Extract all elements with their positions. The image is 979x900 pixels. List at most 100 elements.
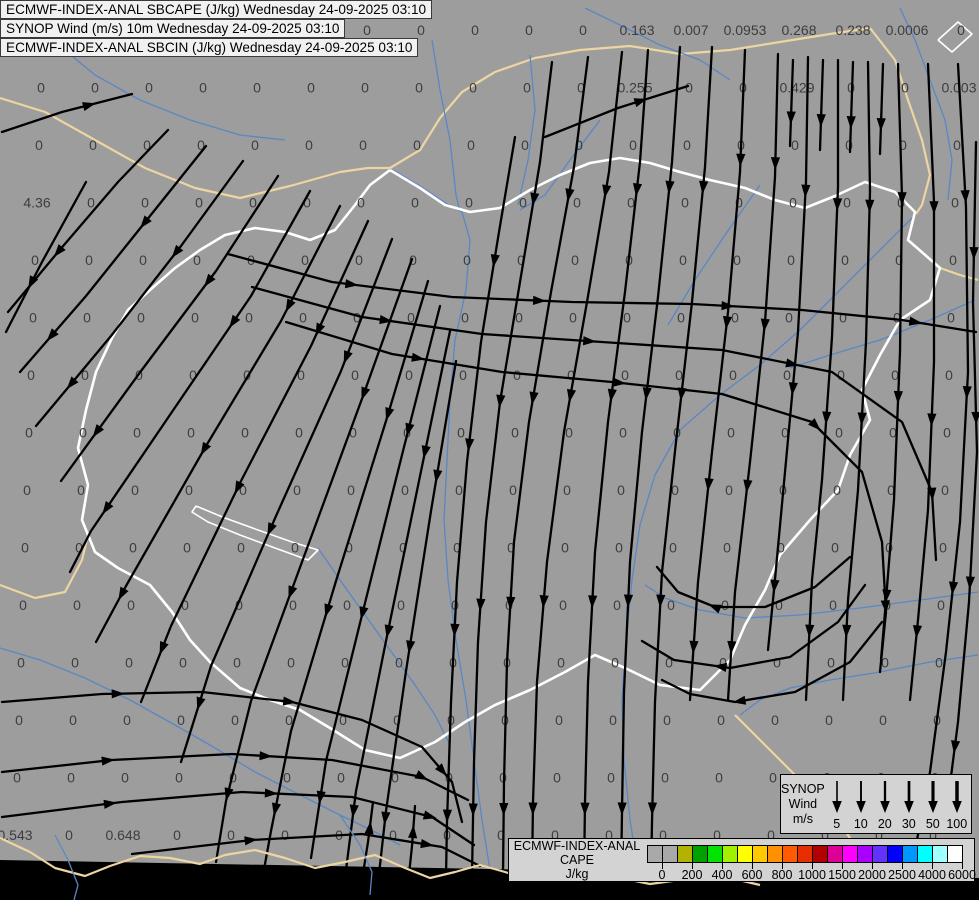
grid-value: 0 <box>721 597 729 613</box>
grid-value: 0 <box>413 137 421 153</box>
grid-value: 0 <box>607 770 615 786</box>
grid-value: 0 <box>73 597 81 613</box>
cape-color-swatch <box>902 845 918 863</box>
wind-scale-value: 5 <box>833 817 841 831</box>
grid-value: 0 <box>609 712 617 728</box>
grid-value: 0 <box>825 712 833 728</box>
grid-value: 4.36 <box>23 195 50 211</box>
wind-scale-value: 50 <box>925 817 940 831</box>
grid-value: 0 <box>355 252 363 268</box>
grid-value: 0 <box>557 655 565 671</box>
grid-value: 0 <box>35 137 43 153</box>
grid-value: 0 <box>295 425 303 441</box>
grid-value: 0 <box>289 597 297 613</box>
grid-value: 0 <box>177 712 185 728</box>
grid-value: 0 <box>307 80 315 96</box>
grid-value: 0 <box>405 367 413 383</box>
grid-value: 0 <box>937 597 945 613</box>
grid-value: 0 <box>455 482 463 498</box>
grid-value: 0 <box>727 425 735 441</box>
grid-value: 0 <box>771 712 779 728</box>
grid-value: 0 <box>521 137 529 153</box>
grid-value: 0 <box>89 137 97 153</box>
grid-value: 0 <box>417 22 425 38</box>
grid-value: 0 <box>565 425 573 441</box>
cape-color-swatch <box>887 845 903 863</box>
grid-value: 0 <box>281 827 289 843</box>
cape-color-swatch <box>737 845 753 863</box>
grid-value: 0 <box>717 712 725 728</box>
grid-value: 0 <box>789 195 797 211</box>
grid-value: 0 <box>559 597 567 613</box>
grid-value: 0 <box>25 425 33 441</box>
cape-color-swatch <box>917 845 933 863</box>
grid-value: 0 <box>227 827 235 843</box>
grid-value: 0 <box>835 425 843 441</box>
grid-value: 0 <box>183 540 191 556</box>
grid-value: 0 <box>283 770 291 786</box>
grid-value: 0 <box>69 712 77 728</box>
grid-value: 0 <box>233 655 241 671</box>
grid-value: 0 <box>461 310 469 326</box>
down-arrow-icon <box>903 781 914 813</box>
wind-scale-item: 20 <box>873 778 897 831</box>
grid-value: 0 <box>841 252 849 268</box>
grid-value: 0 <box>731 310 739 326</box>
grid-value: 0 <box>299 310 307 326</box>
grid-value: 0 <box>843 195 851 211</box>
cape-color-swatch <box>932 845 948 863</box>
grid-value: 0 <box>833 482 841 498</box>
grid-value: 0 <box>27 367 35 383</box>
grid-value: 0 <box>131 482 139 498</box>
grid-value: 0 <box>31 252 39 268</box>
grid-value: 0.238 <box>835 22 870 38</box>
grid-value: 0 <box>291 540 299 556</box>
grid-value: 0 <box>513 367 521 383</box>
title-sbcin: ECMWF-INDEX-ANAL SBCIN (J/kg) Wednesday … <box>0 38 419 57</box>
grid-value: 0 <box>729 367 737 383</box>
grid-value: 0 <box>129 540 137 556</box>
grid-value: 0 <box>29 310 37 326</box>
grid-value: 0 <box>957 22 965 38</box>
grid-value: 0 <box>23 482 31 498</box>
weather-map-screen: 0 0 0 0 0 0 0 0 0 0 0 0.163 0.007 0.0953 0.268 0.238 0.0… <box>0 0 979 900</box>
map-canvas: 0 0 0 0 0 0 0 0 0 0 0 0.163 0.007 0.0953 0.268 0.238 0.0… <box>0 0 979 900</box>
grid-value: 0 <box>13 770 21 786</box>
grid-value: 0 <box>175 770 183 786</box>
grid-value: 0 <box>953 137 961 153</box>
grid-value: 0 <box>137 310 145 326</box>
grid-value: 0 <box>945 367 953 383</box>
grid-value: 0 <box>901 80 909 96</box>
wind-scale-item: 50 <box>921 778 945 831</box>
grid-value: 0 <box>287 655 295 671</box>
grid-value: 0 <box>555 712 563 728</box>
grid-value: 0 <box>395 655 403 671</box>
grid-value: 0 <box>715 770 723 786</box>
grid-value: 0 <box>615 540 623 556</box>
grid-value: 0 <box>19 597 27 613</box>
grid-value: 0 <box>839 310 847 326</box>
grid-value: 0 <box>465 195 473 211</box>
grid-value: 0 <box>661 770 669 786</box>
grid-value: 0 <box>935 655 943 671</box>
wind-scale-value: 100 <box>946 817 968 831</box>
grid-value: 0 <box>469 80 477 96</box>
cape-color-swatch <box>872 845 888 863</box>
cape-color-swatch <box>662 845 678 863</box>
grid-value: 0 <box>769 770 777 786</box>
grid-value: 0 <box>397 597 405 613</box>
title-synop-wind: SYNOP Wind (m/s) 10m Wednesday 24-09-202… <box>0 19 346 38</box>
cape-color-swatch <box>647 845 663 863</box>
cape-legend-line3: J/kg <box>565 866 589 881</box>
grid-value: 0 <box>231 712 239 728</box>
grid-value: 0 <box>411 195 419 211</box>
grid-value: 0 <box>347 482 355 498</box>
grid-value: 0 <box>457 425 465 441</box>
grid-value: 0 <box>199 80 207 96</box>
grid-value: 0 <box>187 425 195 441</box>
cape-color-swatch <box>812 845 828 863</box>
grid-value: 0 <box>879 712 887 728</box>
grid-value: 0 <box>359 137 367 153</box>
grid-value: 0 <box>949 252 957 268</box>
grid-value: 0 <box>677 310 685 326</box>
